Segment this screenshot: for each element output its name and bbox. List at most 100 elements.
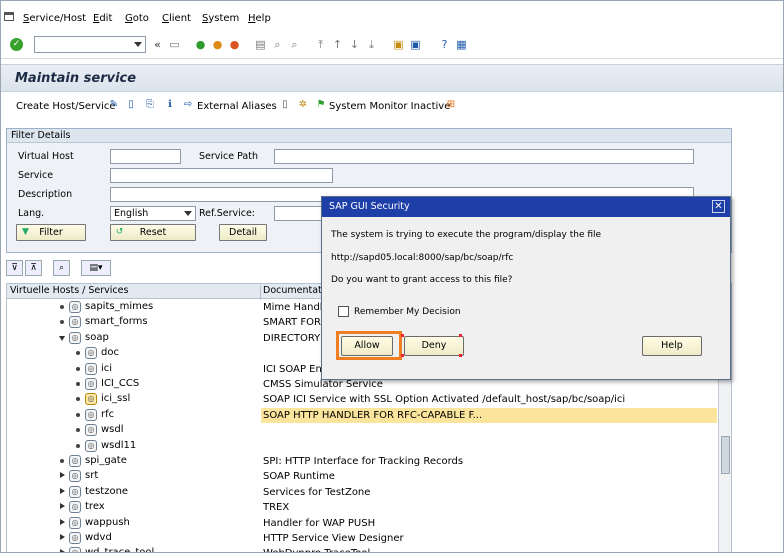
lang-select[interactable]: English: [110, 206, 196, 221]
tree-row-name[interactable]: wd_trace_tool: [85, 547, 154, 552]
tree-row-name[interactable]: wsdl: [101, 424, 124, 435]
tree-row-description: TREX: [263, 502, 290, 514]
tree-row-description: [261, 439, 717, 454]
tree-row[interactable]: ◎ wappush Handler for WAP PUSH: [7, 516, 717, 531]
collapsed-node-icon[interactable]: [60, 487, 65, 494]
service-path-input[interactable]: [274, 149, 694, 164]
collapse-all-icon[interactable]: ⊼: [25, 260, 42, 276]
tree-row-name[interactable]: ici: [101, 363, 112, 374]
remember-decision-checkbox[interactable]: [338, 306, 349, 317]
detail-button[interactable]: Detail: [219, 224, 267, 241]
close-icon[interactable]: ✕: [712, 200, 725, 213]
find-next-icon[interactable]: ⌕: [288, 38, 301, 51]
app-menu-icon[interactable]: [4, 12, 14, 21]
help-icon[interactable]: ?: [438, 38, 451, 51]
collapsed-node-icon[interactable]: [60, 534, 65, 540]
last-page-icon[interactable]: ⤓: [365, 38, 378, 51]
cancel-icon[interactable]: ●: [228, 38, 241, 51]
tree-row-name[interactable]: srt: [85, 470, 98, 481]
service-icon: ◎: [69, 501, 81, 514]
save-icon[interactable]: ▭: [168, 38, 181, 51]
tree-row-name[interactable]: soap: [85, 332, 109, 343]
hierarchy-icon[interactable]: ⊞: [445, 99, 457, 111]
first-page-icon[interactable]: ⤒: [314, 38, 327, 51]
back-icon[interactable]: ●: [194, 38, 207, 51]
wizard-icon[interactable]: ✲: [297, 99, 309, 111]
chevron-down-icon[interactable]: [134, 42, 142, 47]
tree-row-name[interactable]: wsdl11: [101, 440, 136, 451]
tree-row-name[interactable]: rfc: [101, 409, 114, 420]
tree-row[interactable]: ◎ srt SOAP Runtime: [7, 469, 717, 484]
command-field[interactable]: [34, 36, 146, 53]
expand-all-icon[interactable]: ⊽: [6, 260, 23, 276]
new-session-icon[interactable]: ▣: [392, 38, 405, 51]
ref-service-input[interactable]: [274, 206, 322, 221]
virtual-host-input[interactable]: [110, 149, 181, 164]
print-icon[interactable]: ▤: [254, 38, 267, 51]
tree-row[interactable]: ◎ wd_trace_tool WebDynpro TraceTool: [7, 546, 717, 552]
system-monitor-button[interactable]: System Monitor Inactive: [329, 101, 450, 112]
customize-layout-icon[interactable]: ▦: [455, 38, 468, 51]
menu-goto[interactable]: Goto: [125, 13, 149, 24]
collapse-icon[interactable]: «: [151, 38, 164, 51]
menu-client[interactable]: Client: [162, 13, 191, 24]
menu-system[interactable]: System: [202, 13, 239, 24]
tree-row[interactable]: ◎ wsdl: [7, 423, 717, 438]
exit-icon[interactable]: ●: [211, 38, 224, 51]
tree-row[interactable]: ◎ trex TREX: [7, 500, 717, 515]
dialog-question: Do you want to grant access to this file…: [331, 275, 513, 285]
service-input[interactable]: [110, 168, 333, 183]
service-icon: ◎: [69, 547, 81, 552]
selection-handle: [459, 334, 462, 337]
tree-row-name[interactable]: smart_forms: [85, 316, 148, 327]
tree-row-name[interactable]: doc: [101, 347, 119, 358]
info-icon[interactable]: ℹ: [164, 99, 176, 111]
tree-row-name[interactable]: wappush: [85, 517, 130, 528]
filter-button[interactable]: ▼ Filter: [16, 224, 86, 241]
document-icon[interactable]: ▯: [279, 99, 291, 111]
expanded-node-icon[interactable]: [59, 335, 65, 341]
next-page-icon[interactable]: ↓: [348, 38, 361, 51]
collapsed-node-icon[interactable]: [60, 472, 65, 479]
find-icon[interactable]: ⌕: [271, 38, 284, 51]
service-path-label: Service Path: [199, 151, 258, 162]
tree-row[interactable]: ◎ wsdl11: [7, 439, 717, 454]
menu-help[interactable]: Help: [248, 13, 271, 24]
tree-row-name[interactable]: wdvd: [85, 532, 112, 543]
tree-row[interactable]: ◎ ici_ssl SOAP ICI Service with SSL Option…: [7, 392, 717, 407]
deny-button[interactable]: Deny: [404, 336, 464, 356]
menu-service-host[interactable]: Service/Host: [23, 13, 86, 24]
chevron-down-icon[interactable]: [184, 211, 192, 216]
tree-row[interactable]: ◎ testzone Services for TestZone: [7, 485, 717, 500]
shortcut-icon[interactable]: ▣: [409, 38, 422, 51]
rename-icon[interactable]: ⎘: [144, 99, 156, 111]
find-icon[interactable]: ⌕: [53, 260, 70, 276]
tools-icon[interactable]: ✎: [108, 99, 120, 111]
service-icon: ◎: [85, 424, 97, 437]
enter-check-icon[interactable]: ✓: [10, 38, 23, 51]
remember-decision-label[interactable]: Remember My Decision: [354, 307, 461, 317]
tree-row[interactable]: ◎ wdvd HTTP Service View Designer: [7, 531, 717, 546]
tree-bullet-icon: [76, 443, 80, 448]
tree-row-name[interactable]: ici_ssl: [101, 393, 130, 404]
delete-icon[interactable]: ▯: [125, 99, 137, 111]
collapsed-node-icon[interactable]: [60, 549, 65, 552]
tree-row[interactable]: ◎ spi_gate SPI: HTTP Interface for Trackin…: [7, 454, 717, 469]
col-services-header[interactable]: Virtuelle Hosts / Services: [10, 285, 128, 296]
print-menu-icon[interactable]: ▤▾: [81, 260, 111, 276]
external-aliases-button[interactable]: External Aliases: [197, 101, 277, 112]
tree-row-name[interactable]: ICI_CCS: [101, 378, 139, 389]
scroll-thumb[interactable]: [721, 436, 730, 474]
collapsed-node-icon[interactable]: [60, 503, 65, 510]
previous-page-icon[interactable]: ↑: [331, 38, 344, 51]
menu-edit[interactable]: Edit: [93, 13, 112, 24]
tree-row-name[interactable]: spi_gate: [85, 455, 127, 466]
reset-button[interactable]: ↺ Reset: [110, 224, 196, 241]
tree-row-name[interactable]: trex: [85, 501, 105, 512]
help-button[interactable]: Help: [642, 336, 702, 356]
tree-row-name[interactable]: sapits_mimes: [85, 301, 153, 312]
collapsed-node-icon[interactable]: [60, 518, 65, 525]
create-host-service-button[interactable]: Create Host/Service: [16, 101, 116, 112]
tree-row-name[interactable]: testzone: [85, 486, 128, 497]
tree-row[interactable]: ◎ rfc SOAP HTTP HANDLER FOR RFC-CAPABLE F.…: [7, 407, 717, 423]
